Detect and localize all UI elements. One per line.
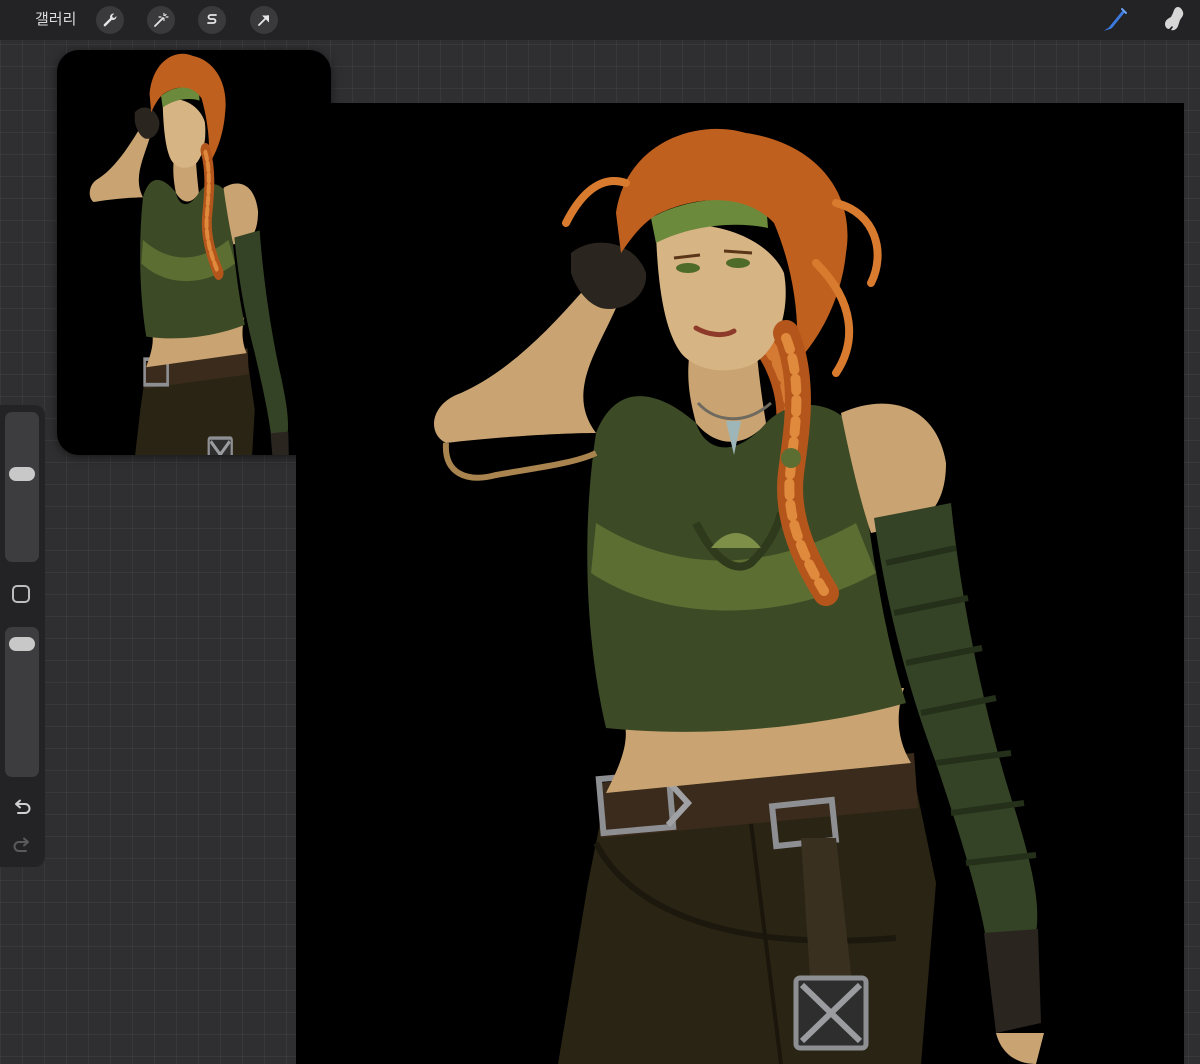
- left-sidebar: [0, 405, 45, 867]
- drawing-canvas[interactable]: [296, 103, 1184, 1064]
- wrench-icon: [103, 13, 117, 27]
- top-toolbar: 갤러리: [0, 0, 1200, 40]
- reference-image-window[interactable]: [57, 50, 331, 455]
- modifier-button[interactable]: [12, 585, 30, 603]
- reference-thumbnail: [89, 53, 289, 455]
- smudge-icon: [1165, 7, 1184, 31]
- undo-icon[interactable]: [11, 797, 33, 819]
- adjustments-wand-button[interactable]: [147, 6, 175, 34]
- transform-arrow-icon: [258, 15, 269, 26]
- gallery-button[interactable]: 갤러리: [35, 9, 76, 29]
- brush-icon: [1104, 8, 1127, 31]
- brush-tool-button[interactable]: [1098, 4, 1130, 36]
- brush-size-thumb[interactable]: [9, 467, 35, 482]
- opacity-slider[interactable]: [5, 627, 39, 777]
- selection-icon: [207, 14, 217, 24]
- character-artwork: [434, 128, 1044, 1064]
- transform-button[interactable]: [250, 6, 278, 34]
- redo-icon[interactable]: [11, 835, 33, 857]
- selection-button[interactable]: [198, 6, 226, 34]
- brush-size-slider[interactable]: [5, 412, 39, 562]
- opacity-thumb[interactable]: [9, 637, 35, 652]
- magic-wand-icon: [154, 12, 169, 27]
- actions-wrench-button[interactable]: [96, 6, 124, 34]
- smudge-tool-button[interactable]: [1158, 4, 1190, 36]
